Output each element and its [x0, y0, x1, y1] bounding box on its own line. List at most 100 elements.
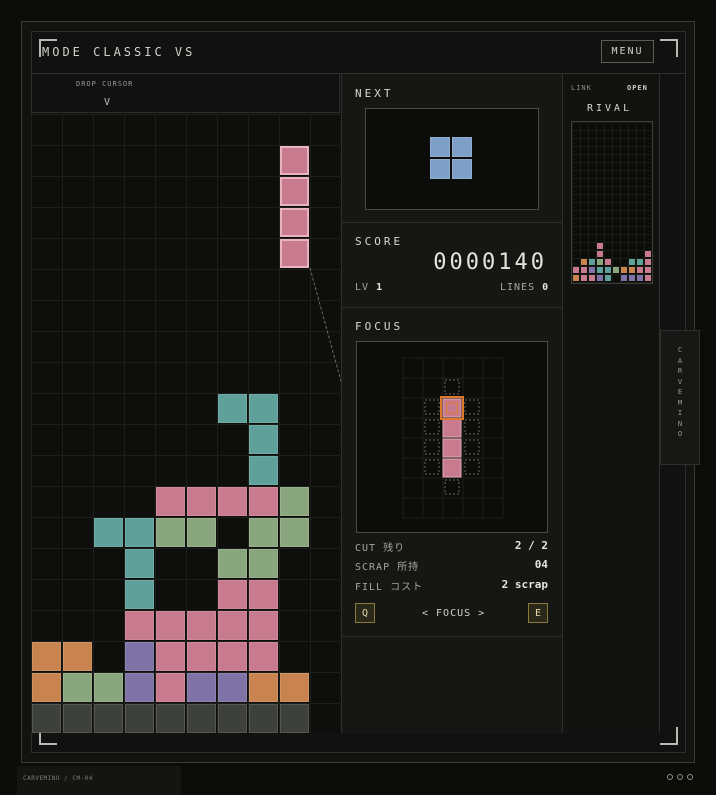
- board-block: [156, 704, 185, 733]
- board-block: [125, 518, 154, 547]
- board-block: [156, 611, 185, 640]
- active-piece-block: [280, 177, 309, 206]
- board-block: [125, 642, 154, 671]
- focus-prev-button[interactable]: Q: [355, 603, 375, 623]
- board-block: [218, 549, 247, 578]
- board-block: [156, 642, 185, 671]
- rival-block: [573, 267, 579, 273]
- rival-block: [645, 267, 651, 273]
- board-block: [249, 487, 278, 516]
- focus-block[interactable]: [442, 458, 462, 478]
- board-block: [249, 580, 278, 609]
- side-tab-label: CARVEMINO: [677, 346, 683, 438]
- board-block: [187, 487, 216, 516]
- board-block: [249, 394, 278, 423]
- divider: [341, 222, 563, 223]
- board-block: [218, 487, 247, 516]
- level-readout: LV 1: [355, 282, 383, 293]
- board-block: [249, 611, 278, 640]
- rival-block: [629, 275, 635, 281]
- focus-block[interactable]: [442, 398, 462, 418]
- level-label: LV: [355, 282, 370, 293]
- focus-slot[interactable]: [424, 439, 440, 455]
- drop-cursor-marker[interactable]: V: [104, 97, 110, 108]
- rival-block: [589, 259, 595, 265]
- board-block: [218, 580, 247, 609]
- lines-readout: LINES 0: [500, 282, 549, 293]
- rival-block: [605, 275, 611, 281]
- status-dot: [687, 774, 693, 780]
- rival-block: [597, 259, 603, 265]
- active-piece-block: [280, 239, 309, 268]
- rival-block: [605, 259, 611, 265]
- active-piece-block: [280, 208, 309, 237]
- board-block: [249, 704, 278, 733]
- focus-slot[interactable]: [464, 439, 480, 455]
- focus-slot[interactable]: [424, 459, 440, 475]
- board-block: [32, 642, 61, 671]
- rival-block: [581, 259, 587, 265]
- focus-slot[interactable]: [464, 459, 480, 475]
- menu-button[interactable]: MENU: [601, 40, 654, 63]
- mode-title: MODE CLASSIC VS: [42, 45, 196, 59]
- focus-block[interactable]: [442, 418, 462, 438]
- playfield[interactable]: [31, 114, 340, 733]
- corner-bracket-bottom-right: [660, 727, 678, 745]
- rival-block: [589, 275, 595, 281]
- focus-slot[interactable]: [424, 419, 440, 435]
- board-block: [249, 549, 278, 578]
- next-piece-box: [365, 108, 539, 210]
- focus-block[interactable]: [442, 438, 462, 458]
- focus-slot[interactable]: [444, 379, 460, 395]
- rival-block: [581, 275, 587, 281]
- fill-cost-value: 2 scrap: [501, 578, 548, 591]
- focus-next-button[interactable]: E: [528, 603, 548, 623]
- focus-slot[interactable]: [464, 419, 480, 435]
- board-block: [187, 611, 216, 640]
- divider: [341, 307, 563, 308]
- scrap-owned-value: 04: [534, 558, 548, 571]
- link-status: OPEN: [627, 84, 648, 92]
- rival-block: [605, 267, 611, 273]
- rival-block: [589, 267, 595, 273]
- focus-grid: [402, 357, 504, 519]
- corner-bracket-top-right: [660, 39, 678, 57]
- board-block: [280, 673, 309, 702]
- board-block: [94, 704, 123, 733]
- focus-nav-label: < FOCUS >: [422, 608, 486, 619]
- board-block: [156, 518, 185, 547]
- rival-block: [621, 267, 627, 273]
- next-piece-block: [452, 159, 472, 179]
- active-piece-block: [280, 146, 309, 175]
- focus-slot[interactable]: [424, 399, 440, 415]
- focus-slot[interactable]: [444, 479, 460, 495]
- board-block: [125, 580, 154, 609]
- focus-slot[interactable]: [464, 399, 480, 415]
- board-block: [63, 673, 92, 702]
- rival-title: RIVAL: [587, 103, 633, 114]
- board-block: [32, 704, 61, 733]
- board-block: [249, 518, 278, 547]
- next-piece-block: [430, 159, 450, 179]
- next-title: NEXT: [355, 87, 394, 100]
- board-block: [156, 673, 185, 702]
- board-block: [249, 642, 278, 671]
- fill-cost-label: FILL コスト: [355, 582, 424, 593]
- board-block: [63, 642, 92, 671]
- board-block: [249, 425, 278, 454]
- board-block: [94, 518, 123, 547]
- board-block: [187, 673, 216, 702]
- board-block: [280, 487, 309, 516]
- divider: [341, 636, 563, 637]
- scrap-owned-label: SCRAP 所持: [355, 562, 420, 573]
- board-block: [125, 611, 154, 640]
- rival-block: [645, 275, 651, 281]
- rival-block: [621, 275, 627, 281]
- rival-block: [597, 275, 603, 281]
- rival-block: [637, 267, 643, 273]
- focus-view: [356, 341, 548, 533]
- level-value: 1: [376, 282, 384, 293]
- rival-block: [597, 243, 603, 249]
- rival-block: [629, 267, 635, 273]
- rival-block: [645, 259, 651, 265]
